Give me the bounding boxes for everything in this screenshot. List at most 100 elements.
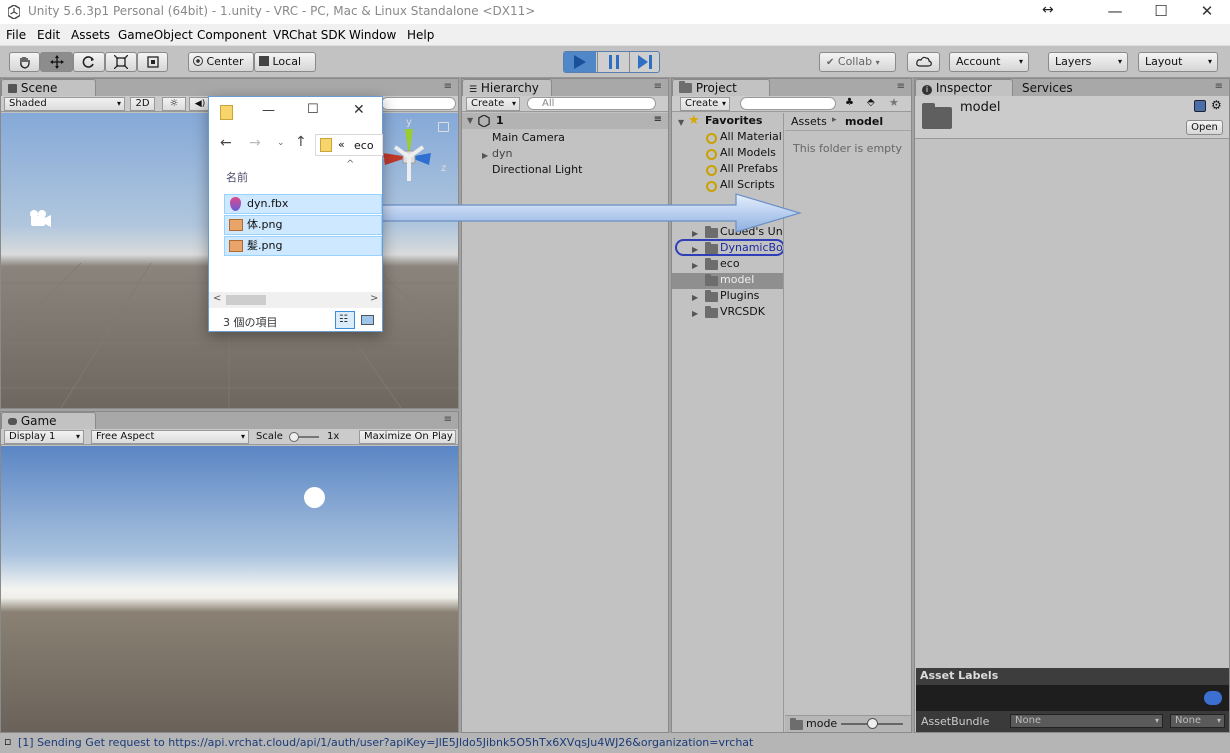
panel-menu-icon[interactable]: ≡ [444, 414, 452, 425]
favorite-star-icon[interactable]: ★ [889, 96, 899, 109]
scrollbar-thumb[interactable] [226, 295, 266, 305]
folder-model[interactable]: model [720, 272, 754, 288]
minimize-button[interactable]: — [1092, 0, 1138, 24]
pivot-local-button[interactable]: Local [254, 52, 316, 72]
maximize-on-play-toggle[interactable]: Maximize On Play [359, 430, 456, 444]
breadcrumb-assets[interactable]: Assets [791, 115, 827, 128]
tab-services[interactable]: Services [1022, 81, 1073, 95]
thumbnail-view-button[interactable] [358, 311, 378, 329]
favorite-all-materials[interactable]: All Material [720, 129, 782, 145]
play-button[interactable] [564, 52, 596, 72]
help-book-icon[interactable] [1194, 100, 1206, 112]
close-button[interactable]: ✕ [1184, 0, 1230, 24]
settings-gear-icon[interactable]: ⚙ [1211, 98, 1222, 112]
file-row-dyn-fbx[interactable]: dyn.fbx [224, 194, 382, 214]
folder-dynamicbone[interactable]: DynamicBo [720, 240, 783, 256]
menu-gameobject[interactable]: GameObject [118, 28, 193, 42]
address-overflow[interactable]: « [338, 138, 345, 151]
menu-edit[interactable]: Edit [37, 28, 60, 42]
hierarchy-item-directional-light[interactable]: Directional Light [492, 162, 582, 178]
camera-gizmo-icon[interactable] [25, 210, 53, 230]
breadcrumb-current[interactable]: model [845, 115, 883, 128]
cloud-services-button[interactable] [907, 52, 940, 72]
rect-tool-button[interactable] [137, 52, 168, 72]
icon-size-slider-thumb[interactable] [867, 718, 878, 729]
back-arrow-icon[interactable]: ← [220, 135, 232, 151]
up-arrow-icon[interactable]: ↑ [295, 134, 307, 150]
status-bar[interactable]: ▫ [1] Sending Get request to https://api… [0, 733, 1230, 753]
favorite-all-models[interactable]: All Models [720, 145, 776, 161]
display-dropdown[interactable]: Display 1 ▾ [4, 430, 84, 444]
maximize-button[interactable]: ☐ [1138, 0, 1184, 24]
scale-tool-button[interactable] [105, 52, 137, 72]
panel-menu-icon[interactable]: ≡ [444, 81, 452, 92]
explorer-minimize-button[interactable]: — [262, 103, 275, 118]
panel-menu-icon[interactable]: ≡ [1215, 81, 1223, 92]
panel-menu-icon[interactable]: ≡ [897, 81, 905, 92]
tab-scene[interactable]: Scene [1, 79, 96, 97]
expand-arrow-icon[interactable]: ▶ [482, 151, 488, 160]
scroll-right-icon[interactable]: > [370, 293, 378, 304]
hierarchy-item-dyn[interactable]: dyn [492, 146, 512, 162]
details-view-button[interactable]: ☷ [335, 311, 355, 329]
move-tool-button[interactable] [40, 52, 73, 72]
hierarchy-search-input[interactable]: All [527, 97, 656, 110]
scene-menu-icon[interactable]: ≡ [654, 114, 662, 125]
layout-dropdown[interactable]: Layout ▾ [1138, 52, 1218, 72]
folder-vrcsdk[interactable]: VRCSDK [720, 304, 765, 320]
lighting-toggle[interactable]: ☼ [162, 97, 186, 111]
explorer-close-button[interactable]: ✕ [353, 102, 365, 118]
menu-component[interactable]: Component [197, 28, 267, 42]
menu-help[interactable]: Help [407, 28, 434, 42]
2d-toggle[interactable]: 2D [130, 97, 155, 111]
forward-arrow-icon[interactable]: → [249, 135, 261, 151]
hand-tool-button[interactable] [9, 52, 40, 72]
file-row-body-png[interactable]: 体.png [224, 215, 382, 235]
horizontal-scrollbar[interactable]: < > [209, 292, 382, 308]
rotate-tool-button[interactable] [73, 52, 105, 72]
gizmo-lock-icon[interactable] [438, 122, 449, 132]
expand-arrow-icon[interactable]: ▶ [692, 309, 698, 318]
project-create-dropdown[interactable]: Create ▾ [680, 97, 730, 111]
label-tag-icon[interactable] [1204, 691, 1222, 705]
menu-assets[interactable]: Assets [71, 28, 110, 42]
hierarchy-item-main-camera[interactable]: Main Camera [492, 130, 565, 146]
pivot-center-button[interactable]: Center [188, 52, 254, 72]
expand-arrow-icon[interactable]: ▼ [467, 116, 473, 125]
project-search-input[interactable] [740, 97, 836, 110]
favorites-label[interactable]: Favorites [705, 113, 762, 129]
panel-menu-icon[interactable]: ≡ [654, 81, 662, 92]
tab-inspector[interactable]: i Inspector [915, 79, 1013, 97]
favorite-all-prefabs[interactable]: All Prefabs [720, 161, 778, 177]
hierarchy-create-dropdown[interactable]: Create ▾ [466, 97, 520, 111]
recent-dropdown-icon[interactable]: ⌄ [277, 138, 285, 148]
assetbundle-dropdown[interactable]: None ▾ [1010, 714, 1163, 728]
favorite-all-scripts[interactable]: All Scripts [720, 177, 775, 193]
filter-by-label-icon[interactable]: ⬘ [867, 97, 875, 108]
layers-dropdown[interactable]: Layers ▾ [1048, 52, 1128, 72]
account-dropdown[interactable]: Account ▾ [949, 52, 1029, 72]
folder-eco[interactable]: eco [720, 256, 740, 272]
address-path[interactable]: eco [354, 139, 374, 152]
menu-vrchat-sdk[interactable]: VRChat SDK [273, 28, 346, 42]
tab-project[interactable]: Project [672, 79, 770, 97]
scale-slider-thumb[interactable] [289, 432, 299, 442]
shading-mode-dropdown[interactable]: Shaded ▾ [4, 97, 125, 111]
menu-window[interactable]: Window [349, 28, 396, 42]
game-viewport[interactable] [1, 446, 458, 732]
tab-hierarchy[interactable]: ☰ Hierarchy [462, 79, 552, 97]
scene-root-row[interactable]: ▼ 1 ≡ [462, 113, 668, 129]
scene-search-input[interactable] [381, 97, 456, 110]
folder-plugins[interactable]: Plugins [720, 288, 759, 304]
expand-arrow-icon[interactable]: ▶ [692, 245, 698, 254]
filter-by-type-icon[interactable]: ♣ [845, 97, 854, 108]
expand-arrow-icon[interactable]: ▶ [692, 293, 698, 302]
pause-button[interactable] [597, 52, 628, 72]
column-header-name[interactable]: 名前 [226, 169, 248, 185]
menu-file[interactable]: File [6, 28, 26, 42]
expand-arrow-icon[interactable]: ▼ [678, 118, 684, 127]
step-button[interactable] [629, 52, 659, 72]
file-row-hair-png[interactable]: 髪.png [224, 236, 382, 256]
open-button[interactable]: Open [1186, 120, 1223, 135]
scroll-left-icon[interactable]: < [213, 293, 221, 304]
